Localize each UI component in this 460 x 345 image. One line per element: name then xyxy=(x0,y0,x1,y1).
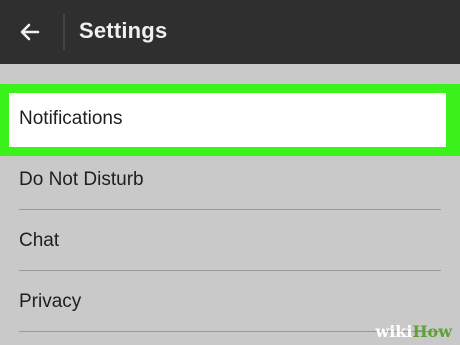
settings-item-chat[interactable]: Chat xyxy=(0,210,460,270)
settings-item-label: Chat xyxy=(19,230,60,251)
app-bar: Settings xyxy=(0,0,460,64)
settings-item-label: Notifications xyxy=(19,108,123,129)
back-button[interactable] xyxy=(8,12,52,52)
app-bar-divider xyxy=(63,14,65,50)
wikihow-watermark: wikiHow xyxy=(375,322,452,341)
settings-item-do-not-disturb[interactable]: Do Not Disturb xyxy=(0,156,460,209)
highlighted-item-background: Notifications xyxy=(9,93,446,147)
settings-list: Notifications Do Not Disturb Chat Privac… xyxy=(0,64,460,345)
arrow-left-icon xyxy=(20,23,40,41)
page-title: Settings xyxy=(79,18,168,43)
watermark-how: How xyxy=(412,322,452,341)
settings-item-notifications[interactable]: Notifications xyxy=(0,84,460,156)
settings-item-label: Privacy xyxy=(19,291,82,312)
settings-item-label: Do Not Disturb xyxy=(19,169,144,190)
watermark-wiki: wiki xyxy=(375,322,413,341)
